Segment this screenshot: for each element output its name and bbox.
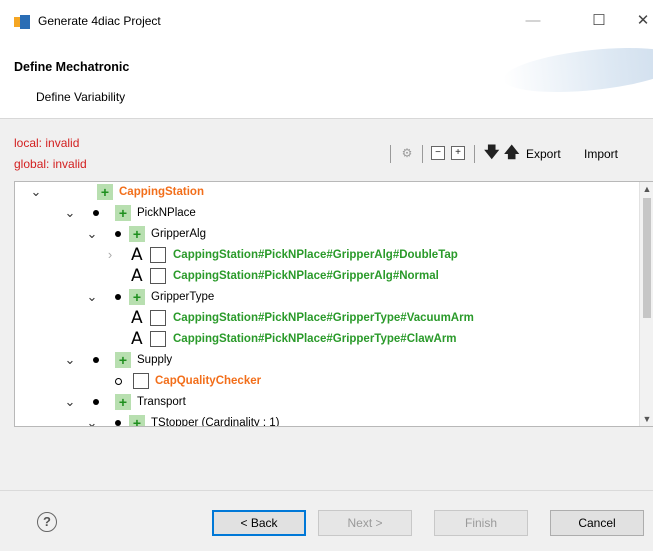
mandatory-dot-icon bbox=[115, 231, 121, 237]
collapse-all-icon[interactable]: − bbox=[431, 146, 445, 160]
feature-checkbox[interactable] bbox=[150, 331, 166, 347]
tree-toolbar: ⚙ − + 🡇 🡅 Export Import bbox=[390, 144, 653, 164]
alternative-group-icon: A bbox=[131, 329, 143, 349]
scrollbar-thumb[interactable] bbox=[643, 198, 651, 318]
feature-checkbox[interactable] bbox=[150, 268, 166, 284]
back-button[interactable]: < Back bbox=[212, 510, 306, 536]
vertical-scrollbar[interactable]: ▲ ▼ bbox=[639, 182, 653, 426]
add-feature-icon: + bbox=[115, 352, 131, 368]
help-icon[interactable]: ? bbox=[37, 512, 57, 532]
add-feature-icon: + bbox=[129, 415, 145, 426]
next-button[interactable]: Next > bbox=[318, 510, 412, 536]
header-banner-graphic bbox=[501, 44, 653, 100]
tree-label: CappingStation#PickNPlace#GripperType#Va… bbox=[173, 312, 474, 324]
wizard-header: Define Mechatronic Define Variability bbox=[0, 44, 653, 119]
button-bar-divider bbox=[0, 490, 653, 491]
maximize-button[interactable]: ☐ bbox=[584, 10, 614, 32]
chevron-down-icon[interactable]: ⌄ bbox=[29, 182, 43, 202]
local-status: local: invalid bbox=[14, 136, 80, 150]
toolbar-separator bbox=[422, 145, 423, 163]
page-title: Define Mechatronic bbox=[14, 60, 130, 74]
minimize-button[interactable]: — bbox=[518, 10, 548, 32]
close-button[interactable]: ✕ bbox=[628, 10, 653, 32]
alternative-group-icon: A bbox=[131, 308, 143, 328]
mandatory-dot-icon bbox=[93, 399, 99, 405]
mandatory-dot-icon bbox=[93, 357, 99, 363]
toolbar-separator bbox=[390, 145, 391, 163]
cancel-button[interactable]: Cancel bbox=[550, 510, 644, 536]
import-button[interactable]: Import bbox=[584, 147, 618, 161]
feature-checkbox[interactable] bbox=[133, 373, 149, 389]
toolbar-separator bbox=[474, 145, 475, 163]
settings-gear-icon[interactable]: ⚙ bbox=[400, 146, 414, 160]
global-status: global: invalid bbox=[14, 157, 87, 171]
export-button[interactable]: Export bbox=[526, 147, 561, 161]
tree-label: Supply bbox=[137, 354, 173, 366]
tree-label: CappingStation#PickNPlace#GripperAlg#Nor… bbox=[173, 270, 439, 282]
chevron-down-icon[interactable]: ⌄ bbox=[85, 413, 99, 426]
tree-label: GripperType bbox=[151, 291, 215, 303]
mandatory-dot-icon bbox=[115, 294, 121, 300]
tree-label: PickNPlace bbox=[137, 207, 196, 219]
tree-label: CappingStation#PickNPlace#GripperType#Cl… bbox=[173, 333, 457, 345]
optional-circle-icon bbox=[115, 378, 122, 385]
window-title: Generate 4diac Project bbox=[38, 14, 161, 28]
chevron-down-icon[interactable]: ⌄ bbox=[63, 350, 77, 370]
title-bar: Generate 4diac Project — ☐ ✕ bbox=[0, 0, 653, 44]
add-feature-icon: + bbox=[115, 394, 131, 410]
tree-label: CappingStation#PickNPlace#GripperAlg#Dou… bbox=[173, 249, 458, 261]
variability-tree[interactable]: ⌄ + CappingStation ⌄ + PickNPlace ⌄ + Gr… bbox=[14, 181, 653, 427]
4diac-logo-icon bbox=[14, 15, 30, 29]
tree-label: CappingStation bbox=[119, 186, 204, 198]
add-feature-icon: + bbox=[97, 184, 113, 200]
chevron-right-icon[interactable]: › bbox=[103, 245, 117, 265]
chevron-down-icon[interactable]: ⌄ bbox=[85, 287, 99, 307]
alternative-group-icon: A bbox=[131, 266, 143, 286]
feature-checkbox[interactable] bbox=[150, 247, 166, 263]
chevron-down-icon[interactable]: ⌄ bbox=[85, 224, 99, 244]
move-down-arrow-icon[interactable]: 🡇 bbox=[484, 145, 499, 160]
scroll-up-arrow-icon[interactable]: ▲ bbox=[640, 184, 653, 194]
mandatory-dot-icon bbox=[93, 210, 99, 216]
mandatory-dot-icon bbox=[115, 420, 121, 426]
expand-all-icon[interactable]: + bbox=[451, 146, 465, 160]
add-feature-icon: + bbox=[115, 205, 131, 221]
tree-label: Transport bbox=[137, 396, 186, 408]
chevron-down-icon[interactable]: ⌄ bbox=[63, 392, 77, 412]
chevron-down-icon[interactable]: ⌄ bbox=[63, 203, 77, 223]
move-up-arrow-icon[interactable]: 🡅 bbox=[504, 145, 519, 160]
tree-label: TStopper (Cardinality : 1) bbox=[151, 417, 280, 427]
alternative-group-icon: A bbox=[131, 245, 143, 265]
feature-checkbox[interactable] bbox=[150, 310, 166, 326]
add-feature-icon: + bbox=[129, 289, 145, 305]
add-feature-icon: + bbox=[129, 226, 145, 242]
page-subtitle: Define Variability bbox=[36, 90, 126, 104]
tree-label: CapQualityChecker bbox=[155, 375, 262, 387]
scroll-down-arrow-icon[interactable]: ▼ bbox=[640, 414, 653, 424]
finish-button[interactable]: Finish bbox=[434, 510, 528, 536]
tree-label: GripperAlg bbox=[151, 228, 206, 240]
